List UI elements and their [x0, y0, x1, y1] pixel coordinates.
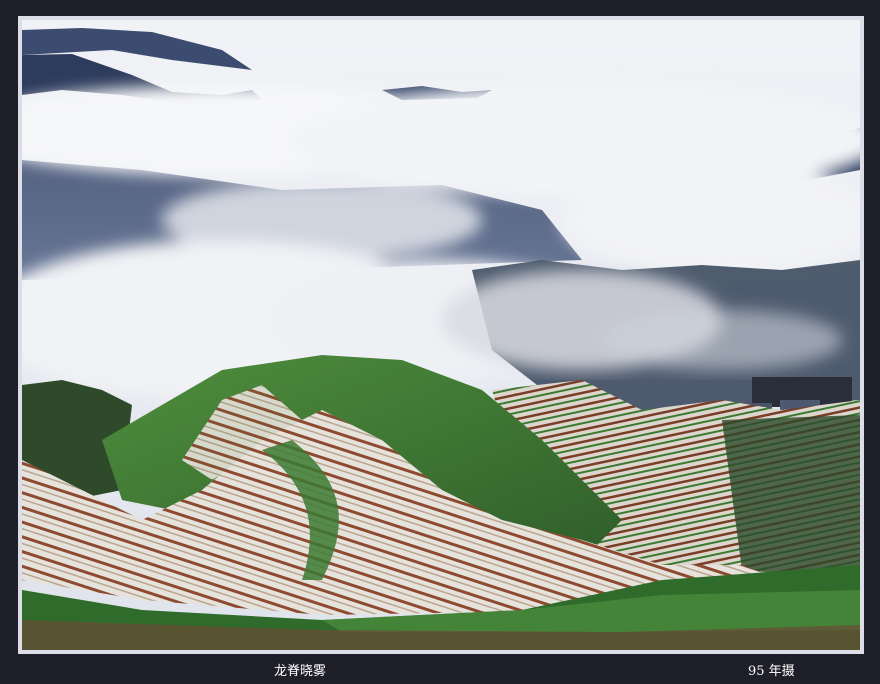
- terrace-scene: [22, 20, 860, 650]
- photo-year: 95 年摄: [748, 664, 795, 679]
- landscape-photo: [22, 20, 860, 650]
- right-forest: [722, 415, 860, 580]
- photo-title: 龙脊晓雾: [274, 664, 327, 679]
